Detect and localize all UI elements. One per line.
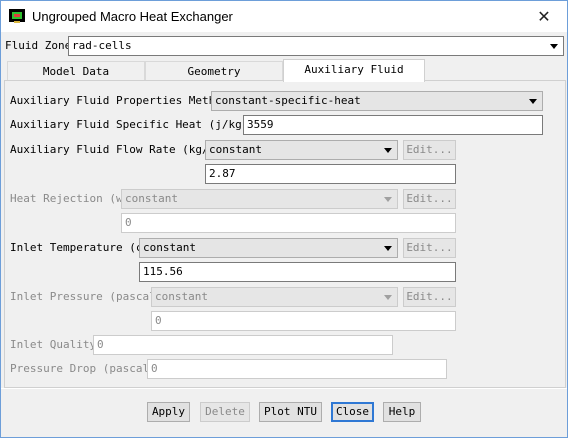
inlet-pressure-value: 0 bbox=[155, 314, 162, 327]
delete-button[interactable]: Delete bbox=[200, 402, 250, 422]
heat-rejection-edit-button[interactable]: Edit... bbox=[403, 189, 456, 209]
inlet-temperature-method-dropdown[interactable]: constant bbox=[139, 238, 398, 258]
pressure-drop-value: 0 bbox=[151, 362, 158, 375]
flow-rate-value: 2.87 bbox=[209, 167, 236, 180]
fluid-zone-value: rad-cells bbox=[72, 39, 132, 52]
inlet-quality-label: Inlet Quality bbox=[10, 338, 97, 351]
chevron-down-icon bbox=[550, 44, 558, 49]
chevron-down-icon bbox=[384, 295, 392, 300]
dialog-window: Ungrouped Macro Heat Exchanger ✕ Fluid Z… bbox=[0, 0, 568, 438]
inlet-pressure-input[interactable]: 0 bbox=[151, 311, 456, 331]
chevron-down-icon bbox=[529, 99, 537, 104]
app-icon bbox=[9, 9, 25, 23]
pressure-drop-input[interactable]: 0 bbox=[147, 359, 447, 379]
heat-rejection-label: Heat Rejection (w) bbox=[10, 192, 130, 205]
help-button[interactable]: Help bbox=[383, 402, 421, 422]
inlet-temperature-label: Inlet Temperature (c) bbox=[10, 241, 150, 254]
fluid-zone-label: Fluid Zone bbox=[5, 39, 72, 52]
heat-rejection-method-value: constant bbox=[125, 192, 178, 205]
properties-method-dropdown[interactable]: constant-specific-heat bbox=[211, 91, 543, 111]
close-button[interactable]: Close bbox=[331, 402, 374, 422]
flow-rate-method-value: constant bbox=[209, 143, 262, 156]
properties-method-label: Auxiliary Fluid Properties Method bbox=[10, 94, 229, 107]
inlet-pressure-method-value: constant bbox=[155, 290, 208, 303]
flow-rate-label: Auxiliary Fluid Flow Rate (kg/s) bbox=[10, 143, 222, 156]
fluid-zone-dropdown[interactable]: rad-cells bbox=[68, 36, 564, 56]
tab-auxiliary-fluid[interactable]: Auxiliary Fluid bbox=[283, 59, 425, 82]
chevron-down-icon bbox=[384, 246, 392, 251]
inlet-quality-value: 0 bbox=[97, 338, 104, 351]
specific-heat-value: 3559 bbox=[247, 118, 274, 131]
close-icon[interactable]: ✕ bbox=[521, 1, 567, 32]
specific-heat-input[interactable]: 3559 bbox=[243, 115, 543, 135]
flow-rate-edit-button[interactable]: Edit... bbox=[403, 140, 456, 160]
chevron-down-icon bbox=[384, 148, 392, 153]
specific-heat-label: Auxiliary Fluid Specific Heat (j/kg-k) bbox=[10, 118, 262, 131]
tab-geometry[interactable]: Geometry bbox=[145, 61, 283, 81]
flow-rate-method-dropdown[interactable]: constant bbox=[205, 140, 398, 160]
inlet-temperature-input[interactable]: 115.56 bbox=[139, 262, 456, 282]
window-title: Ungrouped Macro Heat Exchanger bbox=[32, 9, 233, 24]
pressure-drop-label: Pressure Drop (pascal) bbox=[10, 362, 156, 375]
inlet-pressure-label: Inlet Pressure (pascal) bbox=[10, 290, 163, 303]
divider bbox=[1, 388, 567, 389]
heat-rejection-value: 0 bbox=[125, 216, 132, 229]
inlet-pressure-edit-button[interactable]: Edit... bbox=[403, 287, 456, 307]
chevron-down-icon bbox=[384, 197, 392, 202]
plot-ntu-button[interactable]: Plot NTU bbox=[259, 402, 322, 422]
apply-button[interactable]: Apply bbox=[147, 402, 190, 422]
properties-method-value: constant-specific-heat bbox=[215, 94, 361, 107]
title-bar: Ungrouped Macro Heat Exchanger ✕ bbox=[1, 1, 567, 32]
tab-bar: Model Data Geometry Auxiliary Fluid bbox=[6, 59, 564, 82]
inlet-quality-input[interactable]: 0 bbox=[93, 335, 393, 355]
inlet-temperature-edit-button[interactable]: Edit... bbox=[403, 238, 456, 258]
inlet-pressure-method-dropdown[interactable]: constant bbox=[151, 287, 398, 307]
tab-model-data[interactable]: Model Data bbox=[7, 61, 145, 81]
heat-rejection-input[interactable]: 0 bbox=[121, 213, 456, 233]
flow-rate-input[interactable]: 2.87 bbox=[205, 164, 456, 184]
inlet-temperature-method-value: constant bbox=[143, 241, 196, 254]
inlet-temperature-value: 115.56 bbox=[143, 265, 183, 278]
heat-rejection-method-dropdown[interactable]: constant bbox=[121, 189, 398, 209]
